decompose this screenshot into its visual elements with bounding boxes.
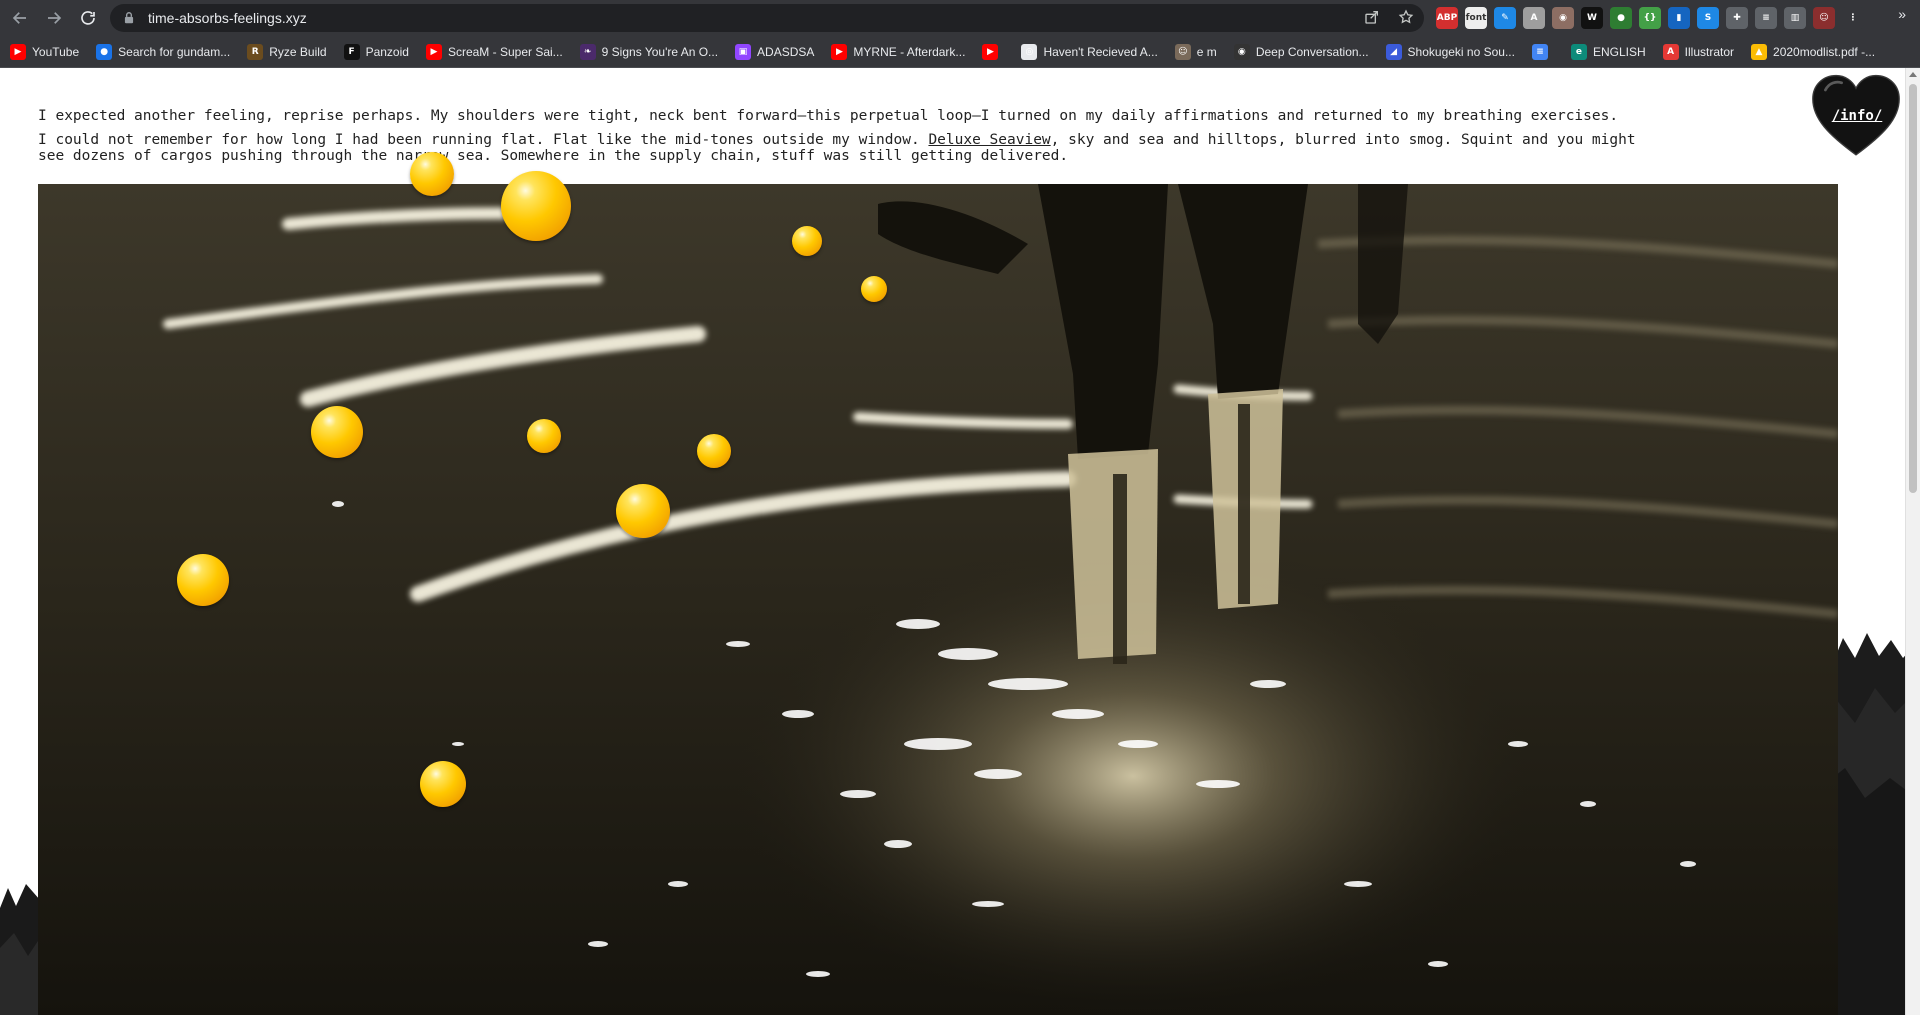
doc-icon[interactable]: ▮ [1668, 7, 1690, 29]
adobe-icon: A [1662, 43, 1679, 60]
bracket-icon[interactable]: {} [1639, 7, 1661, 29]
puzzle-icon[interactable]: ✚ [1726, 7, 1748, 29]
bookmark-label: ADASDSA [757, 44, 815, 59]
bookmark-item[interactable]: ● Search for gundam... [86, 40, 237, 64]
queue-icon[interactable]: ≡ [1755, 7, 1777, 29]
bookmark-label: Haven't Recieved A... [1043, 44, 1158, 59]
shazam-icon[interactable]: S [1697, 7, 1719, 29]
star-icon[interactable] [1398, 9, 1414, 25]
bookmark-label: ENGLISH [1592, 44, 1646, 59]
bookmark-item[interactable]: R Ryze Build [237, 40, 333, 64]
pen-icon[interactable]: ✎ [1494, 7, 1516, 29]
bookmark-item[interactable]: ▶ MYRNE - Afterdark... [821, 40, 972, 64]
hero-photo [38, 184, 1838, 1015]
bookmark-item[interactable]: ▣ ADASDSA [725, 40, 821, 64]
panzoid-icon: F [343, 43, 360, 60]
adblock-icon[interactable]: ABP [1436, 7, 1458, 29]
reload-button[interactable] [74, 4, 102, 32]
youtube-icon: ▶ [425, 43, 442, 60]
bookmark-label: Shokugeki no Sou... [1407, 44, 1515, 59]
bookmark-item[interactable]: F Panzoid [334, 40, 416, 64]
address-bar[interactable]: time-absorbs-feelings.xyz [110, 4, 1424, 32]
paragraph-2: I could not remember for how long I had … [38, 132, 1658, 164]
paragraph-1: I expected another feeling, reprise perh… [38, 108, 1619, 124]
bookmark-item[interactable]: ≡ [1522, 40, 1561, 64]
bookmark-item[interactable]: ▲ 2020modlist.pdf -... [1741, 40, 1882, 64]
bookmark-label: Panzoid [365, 44, 409, 59]
circle-icon[interactable]: ● [1610, 7, 1632, 29]
url-text: time-absorbs-feelings.xyz [148, 10, 307, 26]
background-foliage-left [0, 884, 40, 1015]
bookmark-item[interactable]: ❧ 9 Signs You're An O... [570, 40, 725, 64]
page-scrollbar[interactable] [1905, 68, 1920, 1015]
bookmark-item[interactable]: e ENGLISH [1561, 40, 1653, 64]
bookmark-item[interactable]: A Illustrator [1653, 40, 1741, 64]
scrollbar-thumb[interactable] [1909, 84, 1917, 493]
bookmarks-bar: ▶ YouTube ● Search for gundam... R Ryze Build… [0, 36, 1920, 68]
youtube-icon: ▶ [982, 43, 999, 60]
globe-icon: ● [96, 43, 113, 60]
forward-button[interactable] [40, 4, 68, 32]
youtube-icon: ▶ [10, 43, 26, 60]
feather-icon: ❧ [579, 43, 596, 60]
bookmark-label: 2020modlist.pdf -... [1773, 44, 1876, 59]
bookmark-item[interactable]: ◉ Deep Conversation... [1224, 40, 1376, 64]
reload-icon [81, 11, 95, 25]
bookmarks-overflow-icon[interactable]: » [1898, 6, 1906, 22]
docs-icon: ≡ [1531, 43, 1548, 60]
bookmark-item[interactable]: ◎ Haven't Recieved A... [1011, 40, 1164, 64]
avatar-icon: ☺ [1174, 43, 1191, 60]
deluxe-seaview-link[interactable]: Deluxe Seaview [928, 132, 1050, 148]
globe-icon: ◎ [1021, 43, 1038, 60]
edge-icon: e [1570, 43, 1587, 60]
share-icon[interactable] [1364, 9, 1380, 25]
font-icon[interactable]: font [1465, 7, 1487, 29]
youtube-icon: ▶ [831, 43, 848, 60]
menu-icon[interactable]: ⋮ [1842, 7, 1864, 29]
bookmark-label: e m [1196, 44, 1217, 59]
lock-icon [122, 11, 136, 25]
sidepanel-icon[interactable]: ▥ [1784, 7, 1806, 29]
a-icon[interactable]: A [1523, 7, 1545, 29]
bookmark-label: 9 Signs You're An O... [601, 44, 719, 59]
bookmark-item[interactable]: ▶ YouTube [0, 40, 86, 64]
w-icon[interactable]: W [1581, 7, 1603, 29]
arrow-left-icon [12, 12, 26, 24]
page-content: I expected another feeling, reprise perh… [0, 68, 1905, 1015]
bookmark-label: MYRNE - Afterdark... [853, 44, 966, 59]
arrow-right-icon [48, 12, 62, 24]
bookmark-label: Search for gundam... [118, 44, 231, 59]
bookmark-item[interactable]: ☺ e m [1165, 40, 1224, 64]
bookmark-item[interactable]: ◢ Shokugeki no Sou... [1376, 40, 1522, 64]
back-button[interactable] [6, 4, 34, 32]
bookmark-label: YouTube [32, 44, 80, 59]
scroll-up-arrow-icon[interactable] [1909, 72, 1917, 77]
bookmark-label: Ryze Build [269, 44, 327, 59]
extensions-bar: ABP font ✎ A ◉ W ● {} ▮ S ✚ ≡ ▥ ☺ ⋮ [1436, 7, 1864, 29]
paragraph-2-start: I could not remember for how long I had … [38, 132, 929, 148]
twitch-icon: ▣ [735, 43, 752, 60]
manga-icon: ◢ [1385, 43, 1402, 60]
bookmark-label: ScreaM - Super Sai... [447, 44, 563, 59]
bookmark-item[interactable]: ▶ [972, 40, 1011, 64]
bookmark-item[interactable]: ▶ ScreaM - Super Sai... [416, 40, 570, 64]
bookmark-label: Illustrator [1684, 44, 1735, 59]
story-text: I expected another feeling, reprise perh… [38, 108, 1658, 172]
drive-icon: ▲ [1751, 43, 1768, 60]
info-link[interactable]: /info/ [1824, 108, 1890, 124]
ryze-icon: R [247, 43, 264, 60]
globe-icon: ◉ [1233, 43, 1250, 60]
cookie-icon[interactable]: ◉ [1552, 7, 1574, 29]
profile-icon[interactable]: ☺ [1813, 7, 1835, 29]
browser-toolbar: time-absorbs-feelings.xyz ABP font ✎ A ◉ W ● {}… [0, 0, 1920, 36]
bookmark-label: Deep Conversation... [1255, 44, 1369, 59]
